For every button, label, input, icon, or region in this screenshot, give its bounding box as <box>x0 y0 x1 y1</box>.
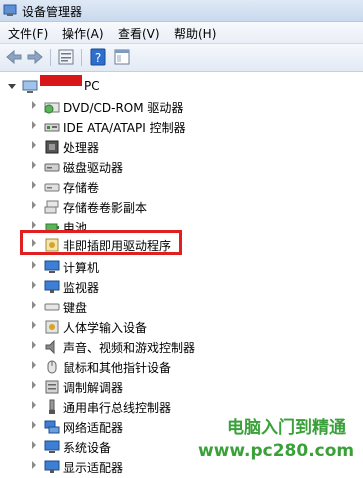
redacted-name <box>40 75 82 86</box>
menu-action[interactable]: 操作(A) <box>62 25 104 42</box>
expand-arrow-icon[interactable] <box>32 101 36 109</box>
usb-icon <box>44 399 60 415</box>
tree-item-modem[interactable]: 调制解调器 <box>0 377 363 397</box>
tree-item-label: 监视器 <box>63 281 100 295</box>
back-icon[interactable] <box>4 47 24 67</box>
tree-item-label: 通用串行总线控制器 <box>63 401 172 415</box>
expand-arrow-icon[interactable] <box>32 421 36 429</box>
expand-arrow-icon[interactable] <box>32 401 36 409</box>
tree-item-label: 存储卷卷影副本 <box>63 201 148 215</box>
tree-item-disk[interactable]: 磁盘驱动器 <box>0 157 363 177</box>
toolbar-separator <box>81 49 82 66</box>
tree-item-label: 存储卷 <box>63 181 100 195</box>
expand-arrow-icon[interactable] <box>32 321 36 329</box>
tree-item-shadow-copy[interactable]: 存储卷卷影副本 <box>0 197 363 217</box>
ide-controller-icon <box>44 119 60 135</box>
shadow-copy-icon <box>44 199 60 215</box>
tree-item-label: IDE ATA/ATAPI 控制器 <box>63 121 186 135</box>
menu-view[interactable]: 查看(V) <box>118 25 160 42</box>
computer-icon <box>22 79 38 95</box>
watermark-url: www.pc280.com <box>198 441 355 461</box>
tree-item-label: 鼠标和其他指针设备 <box>63 361 172 375</box>
device-manager-icon <box>3 3 18 20</box>
expand-arrow-icon[interactable] <box>32 361 36 369</box>
storage-volume-icon <box>44 179 60 195</box>
forward-icon[interactable] <box>25 47 45 67</box>
tree-item-computer[interactable]: 计算机 <box>0 257 363 277</box>
disk-drive-icon <box>44 159 60 175</box>
tree-item-label: 调制解调器 <box>63 381 124 395</box>
tree-item-dvd[interactable]: DVD/CD-ROM 驱动器 <box>0 97 363 117</box>
network-adapter-icon <box>44 419 60 435</box>
tree-item-monitor[interactable]: 监视器 <box>0 277 363 297</box>
toolbar-separator <box>50 49 51 66</box>
expand-arrow-icon[interactable] <box>32 441 36 449</box>
expand-arrow-icon[interactable] <box>32 161 36 169</box>
toolbar: ? <box>0 44 363 72</box>
console-icon[interactable] <box>112 47 132 67</box>
speaker-icon <box>44 339 60 355</box>
tree-item-processor[interactable]: 处理器 <box>0 137 363 157</box>
tree-item-label: 人体学输入设备 <box>63 321 148 335</box>
computer-icon <box>44 259 60 275</box>
tree-item-label: 显示适配器 <box>63 461 124 475</box>
title-bar: 设备管理器 <box>0 0 363 22</box>
monitor-icon <box>44 279 60 295</box>
display-adapter-icon <box>44 459 60 475</box>
tree-item-ide[interactable]: IDE ATA/ATAPI 控制器 <box>0 117 363 137</box>
tree-item-label: 处理器 <box>63 141 100 155</box>
svg-text:?: ? <box>95 51 101 65</box>
window-title: 设备管理器 <box>22 5 83 19</box>
expand-arrow-icon[interactable] <box>32 281 36 289</box>
dvd-drive-icon <box>44 99 60 115</box>
tree-item-mouse[interactable]: 鼠标和其他指针设备 <box>0 357 363 377</box>
expand-arrow-icon[interactable] <box>32 381 36 389</box>
expand-arrow-icon[interactable] <box>32 461 36 469</box>
expand-arrow-icon[interactable] <box>32 261 36 269</box>
menu-file[interactable]: 文件(F) <box>8 25 48 42</box>
keyboard-icon <box>44 299 60 315</box>
watermark-title: 电脑入门到精通 <box>227 418 346 438</box>
tree-item-hid[interactable]: 人体学输入设备 <box>0 317 363 337</box>
menu-help[interactable]: 帮助(H) <box>174 25 216 42</box>
tree-item-label: 网络适配器 <box>63 421 124 435</box>
properties-icon[interactable] <box>56 47 76 67</box>
tree-item-label: 磁盘驱动器 <box>63 161 124 175</box>
hid-icon <box>44 319 60 335</box>
expand-arrow-icon[interactable] <box>32 121 36 129</box>
menu-bar: 文件(F) 操作(A) 查看(V) 帮助(H) <box>0 22 363 44</box>
collapse-arrow-icon[interactable] <box>8 84 16 89</box>
tree-item-label: 计算机 <box>63 261 100 275</box>
expand-arrow-icon[interactable] <box>32 201 36 209</box>
tree-item-label: 声音、视频和游戏控制器 <box>63 341 196 355</box>
help-icon[interactable]: ? <box>88 47 108 67</box>
expand-arrow-icon[interactable] <box>32 221 36 229</box>
tree-item-label: DVD/CD-ROM 驱动器 <box>63 101 184 115</box>
mouse-icon <box>44 359 60 375</box>
expand-arrow-icon[interactable] <box>32 301 36 309</box>
tree-item-label: 键盘 <box>63 301 88 315</box>
system-device-icon <box>44 439 60 455</box>
modem-icon <box>44 379 60 395</box>
tree-item-storage-volume[interactable]: 存储卷 <box>0 177 363 197</box>
highlight-box <box>20 230 182 255</box>
processor-icon <box>44 139 60 155</box>
root-label: PC <box>84 79 100 93</box>
expand-arrow-icon[interactable] <box>32 141 36 149</box>
tree-item-keyboard[interactable]: 键盘 <box>0 297 363 317</box>
expand-arrow-icon[interactable] <box>32 341 36 349</box>
tree-item-label: 系统设备 <box>63 441 112 455</box>
expand-arrow-icon[interactable] <box>32 181 36 189</box>
tree-item-sound[interactable]: 声音、视频和游戏控制器 <box>0 337 363 357</box>
